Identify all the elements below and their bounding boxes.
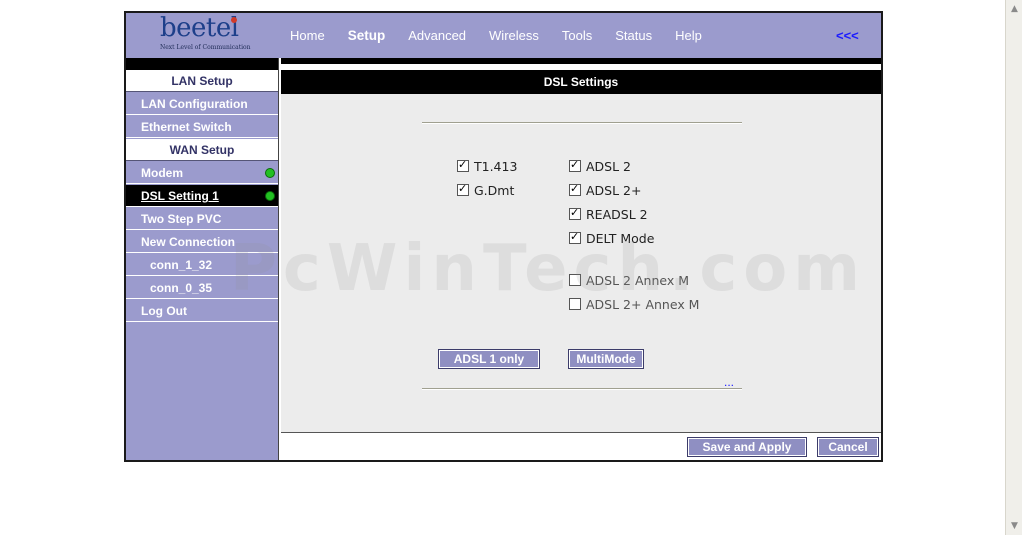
nav-home[interactable]: Home xyxy=(290,28,325,43)
top-rule xyxy=(422,122,742,124)
option-gdmt[interactable]: G.Dmt xyxy=(457,182,514,198)
t1413-label: T1.413 xyxy=(474,158,518,174)
readsl2-label: READSL 2 xyxy=(586,206,648,222)
sidebar-item-two-step-pvc[interactable]: Two Step PVC xyxy=(126,208,278,230)
sidebar-header-wan-setup: WAN Setup xyxy=(126,139,278,161)
readsl2-checkbox[interactable] xyxy=(569,206,581,220)
bottom-rule xyxy=(422,388,742,390)
sidebar-header-lan-setup: LAN Setup xyxy=(126,70,278,92)
adsl2-label: ADSL 2 xyxy=(586,158,632,174)
beetel-logo: beetel Next Level of Communication xyxy=(160,13,252,55)
page-scrollbar[interactable]: ▲ ▼ xyxy=(1005,0,1022,535)
delt-checkbox[interactable] xyxy=(569,230,581,244)
status-dot-icon xyxy=(265,168,275,178)
sidebar-item-log-out[interactable]: Log Out xyxy=(126,300,278,322)
nav-status[interactable]: Status xyxy=(615,28,652,43)
action-footer: Save and Apply Cancel xyxy=(281,432,881,460)
cancel-button[interactable]: Cancel xyxy=(817,437,879,457)
delt-label: DELT Mode xyxy=(586,230,655,246)
nav-help[interactable]: Help xyxy=(675,28,702,43)
scroll-up-icon[interactable]: ▲ xyxy=(1008,2,1021,16)
option-readsl2[interactable]: READSL 2 xyxy=(569,206,648,222)
sidebar-item-label: DSL Setting 1 xyxy=(141,189,219,203)
sidebar-item-ethernet-switch[interactable]: Ethernet Switch xyxy=(126,116,278,138)
page-title: DSL Settings xyxy=(281,70,881,94)
sidebar-item-conn-1-32[interactable]: conn_1_32 xyxy=(126,254,278,276)
nav-tools[interactable]: Tools xyxy=(562,28,592,43)
adsl2-annex-m-checkbox[interactable] xyxy=(569,274,581,286)
sidebar-item-label: Modem xyxy=(141,166,183,180)
adsl2plus-annex-m-checkbox[interactable] xyxy=(569,298,581,310)
sidebar-item-conn-0-35[interactable]: conn_0_35 xyxy=(126,277,278,299)
status-dot-icon xyxy=(265,191,275,201)
collapse-menu-link[interactable]: <<< xyxy=(836,28,859,43)
sidebar: LAN Setup LAN Configuration Ethernet Swi… xyxy=(126,70,278,460)
sidebar-item-lan-configuration[interactable]: LAN Configuration xyxy=(126,93,278,115)
multimode-button[interactable]: MultiMode xyxy=(568,349,644,369)
option-adsl2plus[interactable]: ADSL 2+ xyxy=(569,182,641,198)
option-delt-mode[interactable]: DELT Mode xyxy=(569,230,654,246)
save-and-apply-button[interactable]: Save and Apply xyxy=(687,437,807,457)
more-link[interactable]: ... xyxy=(724,375,734,389)
main-content: DSL Settings T1.413 G.Dmt ADSL 2 ADSL 2+… xyxy=(281,70,881,460)
adsl2-checkbox[interactable] xyxy=(569,158,581,172)
option-t1413[interactable]: T1.413 xyxy=(457,158,517,174)
gdmt-checkbox[interactable] xyxy=(457,182,469,196)
logo-tagline: Next Level of Communication xyxy=(160,44,251,51)
t1413-checkbox[interactable] xyxy=(457,158,469,172)
header: beetel Next Level of Communication Home … xyxy=(126,13,881,58)
header-separator-left xyxy=(126,58,278,70)
adsl1-only-button[interactable]: ADSL 1 only xyxy=(438,349,540,369)
adsl2plus-annex-m-label: ADSL 2+ Annex M xyxy=(586,296,700,312)
option-adsl2plus-annex-m[interactable]: ADSL 2+ Annex M xyxy=(569,296,699,312)
sidebar-item-dsl-setting[interactable]: DSL Setting 1 xyxy=(126,185,278,207)
scroll-down-icon[interactable]: ▼ xyxy=(1008,519,1021,533)
logo-wordmark: beetel xyxy=(160,13,239,43)
option-adsl2-annex-m[interactable]: ADSL 2 Annex M xyxy=(569,272,689,288)
adsl2plus-checkbox[interactable] xyxy=(569,182,581,196)
gdmt-label: G.Dmt xyxy=(474,182,515,198)
sidebar-item-modem[interactable]: Modem xyxy=(126,162,278,184)
nav-wireless[interactable]: Wireless xyxy=(489,28,539,43)
router-admin-frame: beetel Next Level of Communication Home … xyxy=(124,11,883,462)
adsl2-annex-m-label: ADSL 2 Annex M xyxy=(586,272,689,288)
adsl2plus-label: ADSL 2+ xyxy=(586,182,642,198)
option-adsl2[interactable]: ADSL 2 xyxy=(569,158,631,174)
nav-advanced[interactable]: Advanced xyxy=(408,28,466,43)
sidebar-item-new-connection[interactable]: New Connection xyxy=(126,231,278,253)
nav-setup[interactable]: Setup xyxy=(348,28,386,43)
top-nav: Home Setup Advanced Wireless Tools Statu… xyxy=(290,13,725,58)
logo-dot-icon xyxy=(231,17,237,23)
